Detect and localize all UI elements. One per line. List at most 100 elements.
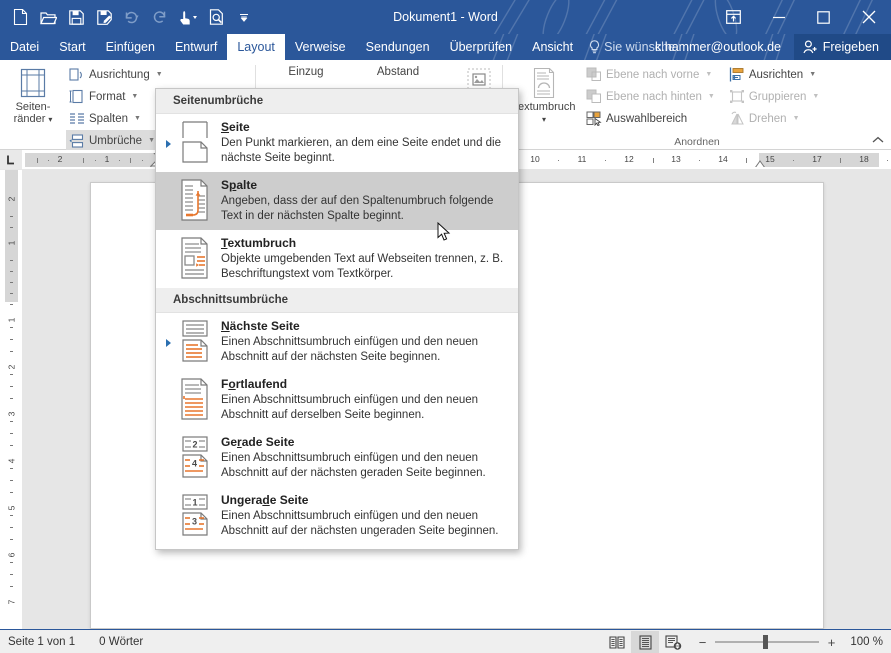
menu-item-title: Ungerade Seite bbox=[221, 493, 508, 508]
menu-item-seite[interactable]: Seite Den Punkt markieren, an dem eine S… bbox=[156, 114, 518, 172]
save-icon[interactable] bbox=[62, 4, 90, 30]
zoom-slider-thumb[interactable] bbox=[763, 635, 768, 649]
ribbon-display-options-icon[interactable] bbox=[711, 0, 756, 34]
tab-sendungen[interactable]: Sendungen bbox=[356, 34, 440, 60]
ribbon-group-anordnen: Textumbruch ▾ Ebene nach vorne ▼ bbox=[503, 60, 891, 149]
page-margins-icon bbox=[17, 67, 49, 99]
right-indent-marker[interactable] bbox=[754, 160, 766, 167]
chevron-down-icon: ▼ bbox=[131, 93, 138, 100]
menu-item-text: Nächste Seite Einen Abschnittsumbruch ei… bbox=[217, 319, 508, 365]
rotate-label: Drehen bbox=[749, 113, 787, 125]
touch-mode-icon[interactable] bbox=[174, 4, 202, 30]
ribbon-group-label-anordnen: Anordnen bbox=[503, 134, 891, 149]
tab-label: Datei bbox=[10, 40, 39, 54]
word-count[interactable]: 0 Wörter bbox=[99, 636, 143, 648]
open-folder-icon[interactable] bbox=[34, 4, 62, 30]
tab-entwurf[interactable]: Entwurf bbox=[165, 34, 227, 60]
minimize-icon[interactable] bbox=[756, 0, 801, 34]
page-info[interactable]: Seite 1 von 1 bbox=[8, 636, 75, 648]
menu-item-text: Gerade Seite Einen Abschnittsumbruch ein… bbox=[217, 435, 508, 481]
tab-datei[interactable]: Datei bbox=[0, 34, 49, 60]
menu-item-description: Einen Abschnittsumbruch einfügen und den… bbox=[221, 451, 508, 481]
tab-einfuegen[interactable]: Einfügen bbox=[96, 34, 165, 60]
save-edit-icon[interactable] bbox=[90, 4, 118, 30]
breaks-button[interactable]: Umbrüche ▼ bbox=[66, 130, 168, 151]
menu-item-description: Einen Abschnittsumbruch einfügen und den… bbox=[221, 335, 508, 365]
chevron-down-icon: ▼ bbox=[148, 137, 155, 144]
vertical-ruler[interactable]: 2 1 1 2 3 4 5 6 7 bbox=[0, 170, 22, 629]
share-label: Freigeben bbox=[823, 40, 879, 54]
svg-text:2: 2 bbox=[192, 440, 197, 450]
read-mode-icon[interactable] bbox=[603, 631, 631, 653]
tab-label: Überprüfen bbox=[450, 40, 513, 54]
orientation-icon bbox=[69, 67, 85, 83]
web-layout-icon[interactable] bbox=[659, 631, 687, 653]
title-bar: Dokument1 - Word bbox=[0, 0, 891, 34]
tab-label: Ansicht bbox=[532, 40, 573, 54]
rotate-icon bbox=[729, 111, 745, 126]
page-size-button[interactable]: Format ▼ bbox=[66, 86, 168, 107]
page-margins-button[interactable]: Seiten- ränder ▾ bbox=[4, 64, 62, 151]
zoom-in-button[interactable]: + bbox=[826, 635, 837, 650]
menu-item-title: Gerade Seite bbox=[221, 435, 508, 450]
tab-left-icon[interactable] bbox=[0, 150, 22, 170]
word-window: Dokument1 - Word Datei bbox=[0, 0, 891, 653]
columns-label: Spalten bbox=[89, 113, 128, 125]
selection-pane-button[interactable]: Auswahlbereich bbox=[583, 108, 720, 129]
tab-ueberpruefen[interactable]: Überprüfen bbox=[440, 34, 523, 60]
tab-ansicht[interactable]: Ansicht bbox=[522, 34, 583, 60]
page-size-icon bbox=[69, 89, 85, 105]
tab-label: Start bbox=[59, 40, 85, 54]
group-icon bbox=[729, 89, 745, 104]
rotate-button: Drehen ▼ bbox=[726, 108, 824, 129]
new-document-icon[interactable] bbox=[6, 4, 34, 30]
tab-start[interactable]: Start bbox=[49, 34, 95, 60]
indent-header: Einzug bbox=[260, 66, 352, 78]
zoom-control[interactable]: − + bbox=[697, 635, 837, 650]
tab-verweise[interactable]: Verweise bbox=[285, 34, 356, 60]
align-button[interactable]: Ausrichten ▼ bbox=[726, 64, 824, 85]
menu-item-gerade-seite[interactable]: 2 4 Gerade Seite Einen Abschnittsumbruch… bbox=[156, 429, 518, 487]
continuous-section-icon bbox=[173, 377, 217, 423]
customize-qat-icon[interactable] bbox=[230, 4, 258, 30]
menu-item-spalte[interactable]: Spalte Angeben, dass der auf den Spalten… bbox=[156, 172, 518, 230]
chevron-up-icon[interactable] bbox=[870, 133, 886, 147]
print-preview-icon[interactable] bbox=[202, 4, 230, 30]
menu-item-fortlaufend[interactable]: Fortlaufend Einen Abschnittsumbruch einf… bbox=[156, 371, 518, 429]
align-icon bbox=[729, 67, 745, 82]
chevron-down-icon: ▼ bbox=[705, 71, 712, 78]
menu-item-naechste-seite[interactable]: Nächste Seite Einen Abschnittsumbruch ei… bbox=[156, 313, 518, 371]
close-icon[interactable] bbox=[846, 0, 891, 34]
zoom-out-button[interactable]: − bbox=[697, 635, 708, 650]
maximize-icon[interactable] bbox=[801, 0, 846, 34]
menu-item-text: Textumbruch Objekte umgebenden Text auf … bbox=[217, 236, 508, 282]
breaks-label: Umbrüche bbox=[89, 135, 142, 147]
zoom-level[interactable]: 100 % bbox=[845, 636, 883, 648]
menu-item-ungerade-seite[interactable]: 1 3 Ungerade Seite Einen Abschnittsumbru… bbox=[156, 487, 518, 545]
menu-item-marker bbox=[164, 377, 173, 423]
menu-item-description: Einen Abschnittsumbruch einfügen und den… bbox=[221, 509, 508, 539]
zoom-slider[interactable] bbox=[715, 641, 819, 643]
undo-icon bbox=[118, 4, 146, 30]
print-layout-icon[interactable] bbox=[631, 631, 659, 653]
menu-item-description: Objekte umgebenden Text auf Webseiten tr… bbox=[221, 252, 508, 282]
account-email[interactable]: k.hammer@outlook.de bbox=[655, 34, 781, 60]
menu-item-marker bbox=[164, 236, 173, 282]
page-margins-label-1: Seiten- bbox=[16, 101, 51, 113]
window-controls bbox=[711, 0, 891, 34]
tab-layout[interactable]: Layout bbox=[227, 34, 285, 60]
columns-button[interactable]: Spalten ▼ bbox=[66, 108, 168, 129]
chevron-down-icon: ▼ bbox=[156, 71, 163, 78]
odd-page-section-icon: 1 3 bbox=[173, 493, 217, 539]
menu-item-text: Spalte Angeben, dass der auf den Spalten… bbox=[217, 178, 508, 224]
menu-item-marker bbox=[164, 178, 173, 224]
menu-item-marker bbox=[164, 493, 173, 539]
text-wrap-label: Textumbruch bbox=[513, 101, 576, 113]
tab-label: Layout bbox=[237, 40, 275, 54]
selection-pane-icon bbox=[586, 111, 602, 126]
menu-item-description: Den Punkt markieren, an dem eine Seite e… bbox=[221, 136, 508, 166]
menu-item-textumbruch[interactable]: Textumbruch Objekte umgebenden Text auf … bbox=[156, 230, 518, 288]
share-button[interactable]: Freigeben bbox=[794, 34, 891, 60]
menu-section-header-seitenumbrueche: Seitenumbrüche bbox=[156, 89, 518, 114]
orientation-button[interactable]: Ausrichtung ▼ bbox=[66, 64, 168, 85]
